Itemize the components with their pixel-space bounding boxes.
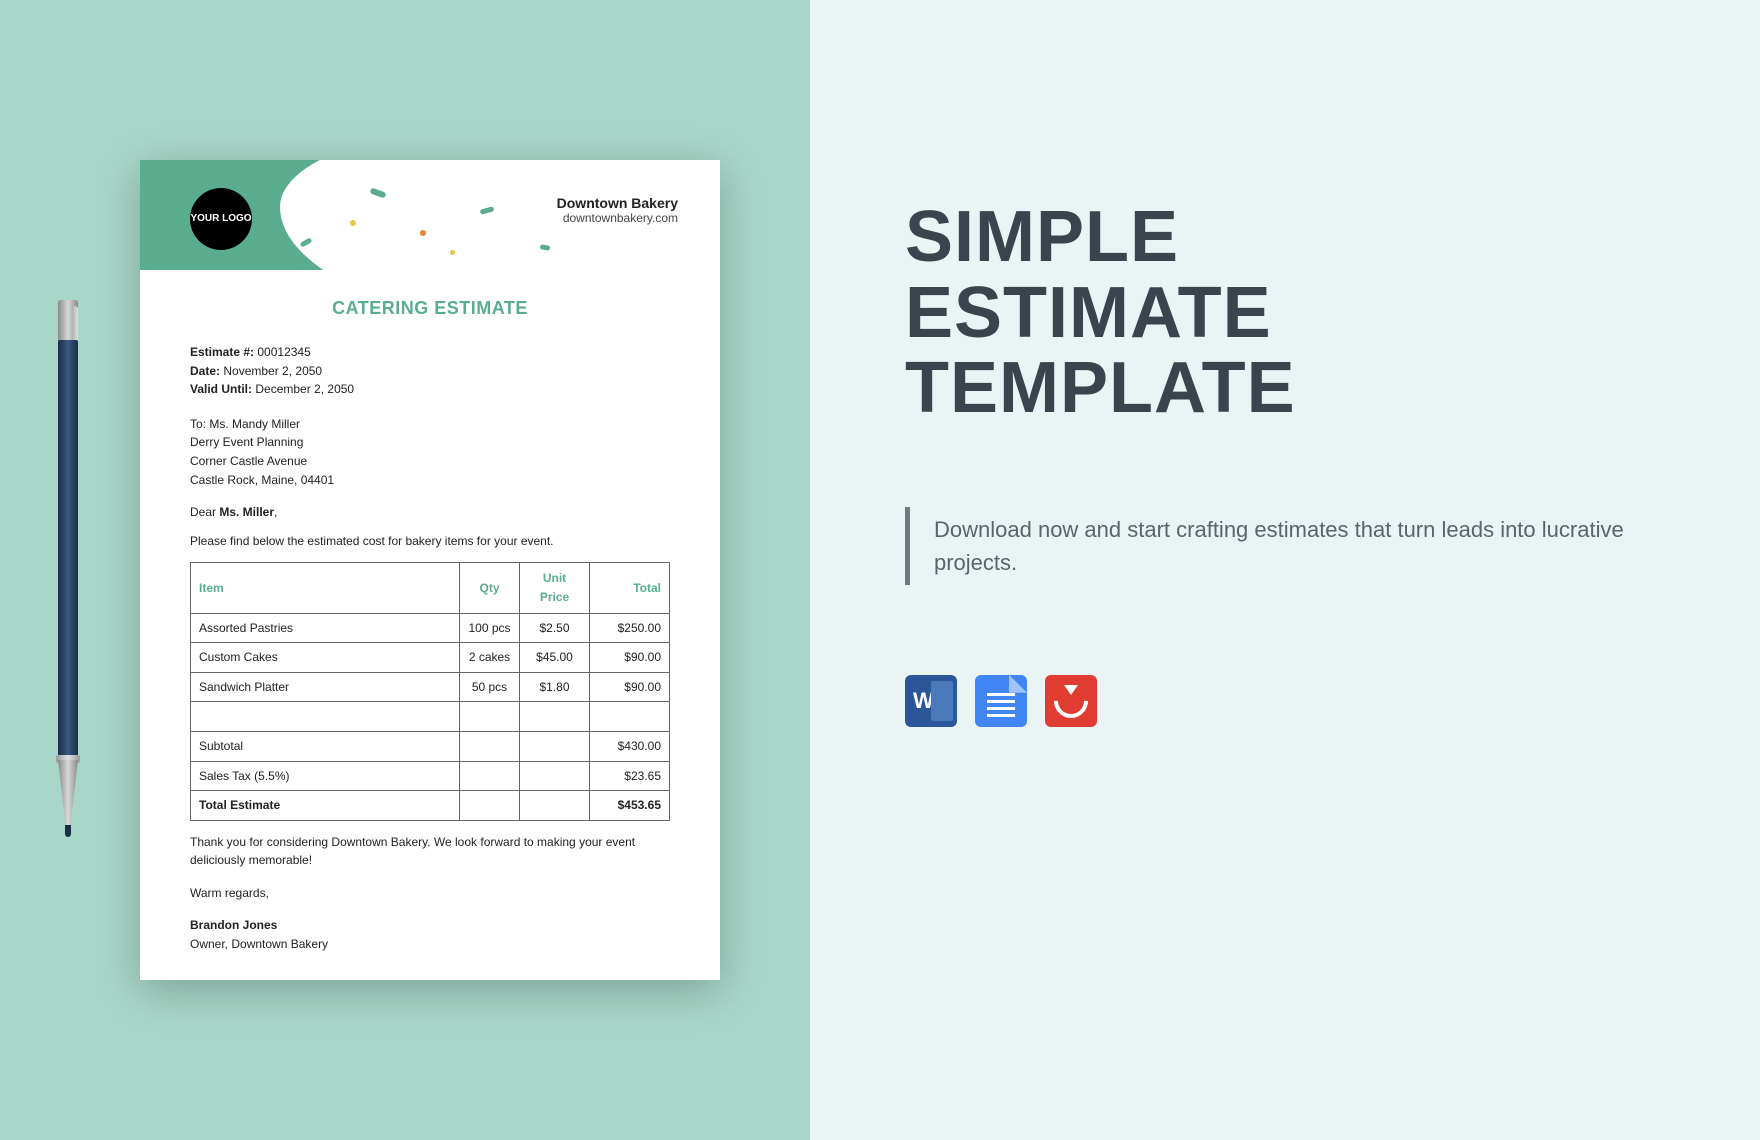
th-unit-price: Unit Price bbox=[520, 563, 590, 613]
tax-value: $23.65 bbox=[590, 761, 670, 791]
table-row: Sandwich Platter 50 pcs $1.80 $90.00 bbox=[191, 672, 670, 702]
cell-unit: $45.00 bbox=[520, 643, 590, 673]
cell-unit: $2.50 bbox=[520, 613, 590, 643]
estimate-number-label: Estimate #: bbox=[190, 345, 254, 359]
cell-qty: 100 pcs bbox=[460, 613, 520, 643]
date-value: November 2, 2050 bbox=[223, 364, 322, 378]
recipient-line-1: To: Ms. Mandy Miller bbox=[190, 415, 670, 434]
title-line-2: ESTIMATE bbox=[905, 273, 1272, 353]
thanks-text: Thank you for considering Downtown Baker… bbox=[190, 833, 670, 870]
description-text: Download now and start crafting estimate… bbox=[934, 517, 1624, 575]
th-total: Total bbox=[590, 563, 670, 613]
cell-total: $90.00 bbox=[590, 672, 670, 702]
cell-total: $90.00 bbox=[590, 643, 670, 673]
estimate-meta: Estimate #: 00012345 Date: November 2, 2… bbox=[190, 343, 670, 399]
salutation-prefix: Dear bbox=[190, 505, 219, 519]
preview-panel: YOUR LOGO Downtown Bakery downtownbakery… bbox=[0, 0, 810, 1140]
signer-name: Brandon Jones bbox=[190, 916, 670, 935]
company-url: downtownbakery.com bbox=[557, 211, 678, 225]
cell-item: Custom Cakes bbox=[191, 643, 460, 673]
cell-qty: 2 cakes bbox=[460, 643, 520, 673]
valid-until-label: Valid Until: bbox=[190, 382, 252, 396]
description-box: Download now and start crafting estimate… bbox=[905, 507, 1665, 585]
salutation: Dear Ms. Miller, bbox=[190, 503, 670, 522]
table-row: Assorted Pastries 100 pcs $2.50 $250.00 bbox=[191, 613, 670, 643]
google-docs-icon[interactable] bbox=[975, 675, 1027, 727]
page-title: SIMPLE ESTIMATE TEMPLATE bbox=[905, 200, 1670, 427]
salutation-name: Ms. Miller bbox=[219, 505, 274, 519]
total-label: Total Estimate bbox=[191, 791, 460, 821]
table-row: Custom Cakes 2 cakes $45.00 $90.00 bbox=[191, 643, 670, 673]
salutation-suffix: , bbox=[274, 505, 277, 519]
document-body: Estimate #: 00012345 Date: November 2, 2… bbox=[140, 343, 720, 954]
pdf-icon[interactable] bbox=[1045, 675, 1097, 727]
table-row-subtotal: Subtotal $430.00 bbox=[191, 731, 670, 761]
total-value: $453.65 bbox=[590, 791, 670, 821]
format-icons bbox=[905, 675, 1670, 727]
tax-label: Sales Tax (5.5%) bbox=[191, 761, 460, 791]
table-row-empty bbox=[191, 702, 670, 732]
recipient-line-2: Derry Event Planning bbox=[190, 433, 670, 452]
cell-item: Assorted Pastries bbox=[191, 613, 460, 643]
signer-title: Owner, Downtown Bakery bbox=[190, 935, 670, 954]
pen-decoration bbox=[50, 300, 86, 840]
cell-item: Sandwich Platter bbox=[191, 672, 460, 702]
logo-placeholder: YOUR LOGO bbox=[190, 188, 252, 250]
th-qty: Qty bbox=[460, 563, 520, 613]
company-name: Downtown Bakery bbox=[557, 195, 678, 211]
subtotal-value: $430.00 bbox=[590, 731, 670, 761]
company-info: Downtown Bakery downtownbakery.com bbox=[557, 195, 678, 225]
estimate-number-value: 00012345 bbox=[257, 345, 310, 359]
th-item: Item bbox=[191, 563, 460, 613]
recipient-line-4: Castle Rock, Maine, 04401 bbox=[190, 471, 670, 490]
valid-until-value: December 2, 2050 bbox=[255, 382, 354, 396]
word-icon[interactable] bbox=[905, 675, 957, 727]
document-title: CATERING ESTIMATE bbox=[140, 298, 720, 319]
document-header: YOUR LOGO Downtown Bakery downtownbakery… bbox=[140, 160, 720, 270]
title-line-1: SIMPLE bbox=[905, 197, 1179, 277]
regards-text: Warm regards, bbox=[190, 884, 670, 903]
info-panel: SIMPLE ESTIMATE TEMPLATE Download now an… bbox=[810, 0, 1760, 1140]
cell-unit: $1.80 bbox=[520, 672, 590, 702]
table-row-total: Total Estimate $453.65 bbox=[191, 791, 670, 821]
table-header-row: Item Qty Unit Price Total bbox=[191, 563, 670, 613]
subtotal-label: Subtotal bbox=[191, 731, 460, 761]
cell-total: $250.00 bbox=[590, 613, 670, 643]
date-label: Date: bbox=[190, 364, 220, 378]
recipient-block: To: Ms. Mandy Miller Derry Event Plannin… bbox=[190, 415, 670, 489]
document-preview: YOUR LOGO Downtown Bakery downtownbakery… bbox=[140, 160, 720, 980]
intro-text: Please find below the estimated cost for… bbox=[190, 532, 670, 551]
recipient-line-3: Corner Castle Avenue bbox=[190, 452, 670, 471]
title-line-3: TEMPLATE bbox=[905, 348, 1296, 428]
estimate-table: Item Qty Unit Price Total Assorted Pastr… bbox=[190, 562, 670, 820]
cell-qty: 50 pcs bbox=[460, 672, 520, 702]
table-row-tax: Sales Tax (5.5%) $23.65 bbox=[191, 761, 670, 791]
